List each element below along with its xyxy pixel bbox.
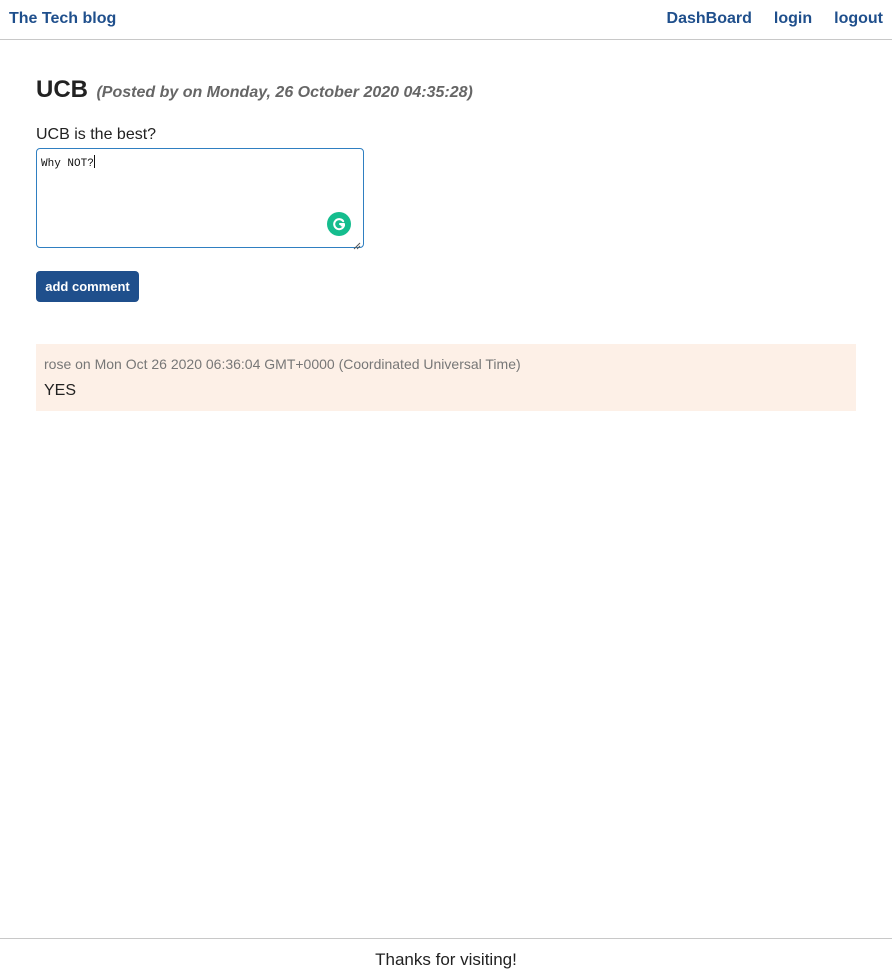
nav-logout-link[interactable]: logout bbox=[834, 10, 883, 28]
text-caret bbox=[93, 155, 95, 168]
nav-login-link[interactable]: login bbox=[774, 10, 812, 28]
grammarly-icon[interactable] bbox=[327, 212, 351, 236]
post-meta: (Posted by on Monday, 26 October 2020 04… bbox=[96, 84, 473, 101]
comment-text-value: Why NOT? bbox=[41, 158, 94, 170]
post-body: UCB is the best? bbox=[36, 126, 157, 143]
add-comment-button[interactable]: add comment bbox=[36, 271, 139, 302]
post-title: UCB bbox=[36, 76, 88, 103]
comment-text: YES bbox=[44, 382, 77, 399]
brand-link[interactable]: The Tech blog bbox=[9, 10, 116, 28]
post-header: UCB (Posted by on Monday, 26 October 202… bbox=[36, 76, 473, 104]
resize-handle-icon[interactable] bbox=[353, 237, 361, 250]
footer-text: Thanks for visiting! bbox=[375, 950, 517, 969]
comment-card: rose on Mon Oct 26 2020 06:36:04 GMT+000… bbox=[36, 344, 856, 411]
comment-meta: rose on Mon Oct 26 2020 06:36:04 GMT+000… bbox=[44, 356, 521, 372]
footer: Thanks for visiting! bbox=[0, 938, 892, 976]
top-navbar: The Tech blog DashBoard login logout bbox=[0, 0, 892, 40]
comment-textarea-value: Why NOT? bbox=[41, 155, 95, 170]
nav-dashboard-link[interactable]: DashBoard bbox=[667, 10, 752, 28]
nav-links: DashBoard login logout bbox=[667, 10, 883, 28]
comment-textarea[interactable]: Why NOT? bbox=[36, 148, 364, 250]
